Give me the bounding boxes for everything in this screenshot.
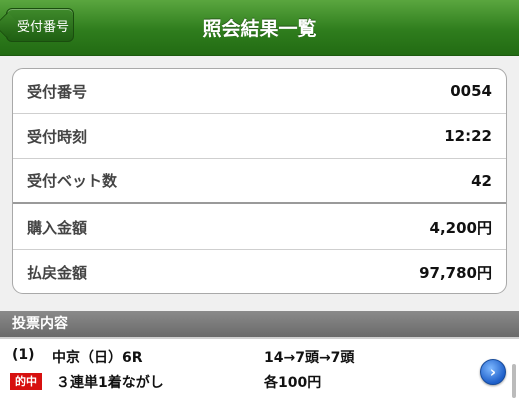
- summary-value: 4,200円: [429, 218, 492, 237]
- section-header: 投票内容: [0, 311, 519, 337]
- summary-label: 受付ベット数: [27, 172, 118, 190]
- bet-list-item[interactable]: (1) 中京（日）6R 14→7頭→7頭 的中 ３連単1着ながし 各100円 ›: [0, 339, 519, 401]
- bet-type: ３連単1着ながし: [56, 375, 164, 391]
- summary-row-receipt-time: 受付時刻 12:22: [13, 114, 506, 159]
- summary-row-receipt-number: 受付番号 0054: [13, 69, 506, 114]
- summary-row-payout-amount: 払戻金額 97,780円: [13, 250, 506, 293]
- summary-label: 受付番号: [27, 82, 88, 101]
- bet-index: (1): [12, 347, 35, 363]
- chevron-right-circle-icon[interactable]: ›: [480, 359, 506, 385]
- page-title: 照会結果一覧: [202, 18, 317, 40]
- summary-label: 払戻金額: [27, 264, 88, 282]
- header-bar: 受付番号 照会結果一覧: [0, 0, 519, 56]
- summary-row-purchase-amount: 購入金額 4,200円: [13, 205, 506, 250]
- summary-value: 42: [471, 171, 492, 190]
- hit-badge: 的中: [10, 373, 42, 390]
- bet-amount: 各100円: [264, 375, 322, 391]
- summary-value: 0054: [450, 82, 492, 100]
- scrollbar[interactable]: [512, 364, 516, 398]
- summary-value: 12:22: [444, 127, 492, 145]
- bet-race: 中京（日）6R: [52, 350, 143, 366]
- summary-value: 97,780円: [419, 264, 492, 282]
- bet-combination: 14→7頭→7頭: [264, 350, 355, 366]
- summary-label: 購入金額: [27, 218, 88, 237]
- summary-row-bet-count: 受付ベット数 42: [13, 159, 506, 204]
- summary-label: 受付時刻: [27, 127, 88, 146]
- summary-card: 受付番号 0054 受付時刻 12:22 受付ベット数 42 購入金額 4,20…: [12, 68, 507, 294]
